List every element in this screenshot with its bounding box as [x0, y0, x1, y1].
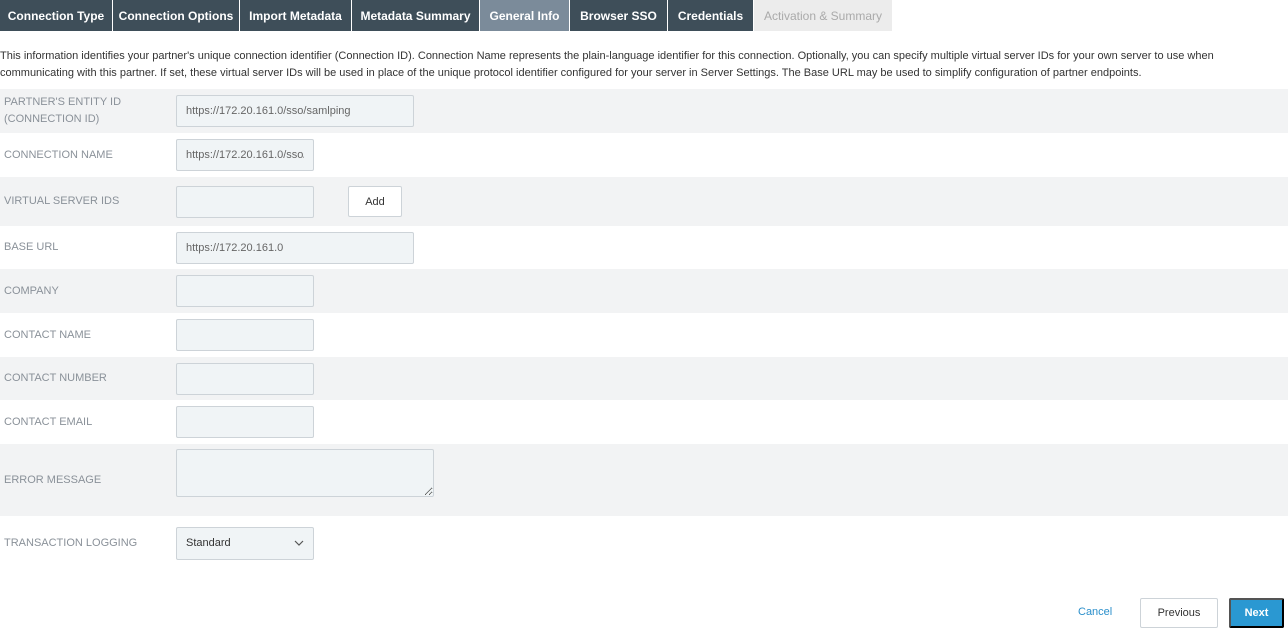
row-connection-name: Connection Name	[0, 133, 1288, 177]
virtual-server-ids-input[interactable]	[176, 185, 314, 218]
add-virtual-server-button[interactable]: Add	[348, 186, 402, 217]
contact-number-input[interactable]	[176, 362, 314, 395]
base-url-label: Base URL	[4, 241, 59, 253]
contact-email-label: Contact Email	[4, 415, 93, 428]
row-contact-name: Contact Name	[0, 313, 1288, 357]
row-company: Company	[0, 269, 1288, 313]
contact-email-input[interactable]	[176, 406, 314, 438]
row-contact-email: Contact Email	[0, 400, 1288, 444]
tab-metadata-summary[interactable]: Metadata Summary	[352, 0, 480, 31]
connection-name-input[interactable]	[176, 139, 314, 171]
intro-text: This information identifies your partner…	[0, 50, 1214, 79]
chevron-down-icon	[294, 540, 304, 546]
contact-name-input[interactable]	[176, 319, 314, 351]
transaction-logging-value: Standard	[186, 537, 231, 549]
row-contact-number: Contact Number	[0, 357, 1288, 400]
contact-number-label: Contact Number	[4, 372, 107, 384]
virtual-server-ids-label: Virtual Server IDs	[4, 195, 120, 207]
entity-id-input[interactable]	[176, 95, 414, 127]
previous-button[interactable]: Previous	[1140, 598, 1218, 628]
transaction-logging-label: Transaction Logging	[4, 536, 138, 549]
row-error-message: Error Message	[0, 444, 1288, 516]
connection-name-label: Connection Name	[4, 148, 113, 161]
row-virtual-server-ids: Virtual Server IDs Add	[0, 177, 1288, 226]
wizard-tabs: Connection Type Connection Options Impor…	[0, 0, 1288, 31]
error-message-label: Error Message	[4, 473, 102, 486]
cancel-link[interactable]: Cancel	[1078, 606, 1112, 618]
row-transaction-logging: Transaction Logging Standard	[0, 516, 1288, 570]
tab-connection-type[interactable]: Connection Type	[0, 0, 113, 31]
tab-browser-sso[interactable]: Browser SSO	[570, 0, 668, 31]
tab-activation-summary: Activation & Summary	[754, 0, 893, 31]
error-message-textarea[interactable]	[176, 449, 434, 497]
row-entity-id: Partner's Entity ID (Connection ID)	[0, 89, 1288, 133]
tab-connection-options[interactable]: Connection Options	[113, 0, 240, 31]
company-label: Company	[4, 284, 59, 297]
transaction-logging-select[interactable]: Standard	[176, 526, 314, 560]
tab-credentials[interactable]: Credentials	[668, 0, 754, 31]
row-base-url: Base URL	[0, 226, 1288, 269]
base-url-input[interactable]	[176, 231, 414, 264]
next-button[interactable]: Next	[1229, 598, 1284, 628]
company-input[interactable]	[176, 275, 314, 307]
entity-id-label: Partner's Entity ID (Connection ID)	[4, 96, 122, 125]
tab-import-metadata[interactable]: Import Metadata	[240, 0, 352, 31]
contact-name-label: Contact Name	[4, 328, 91, 341]
tab-general-info[interactable]: General Info	[480, 0, 570, 31]
